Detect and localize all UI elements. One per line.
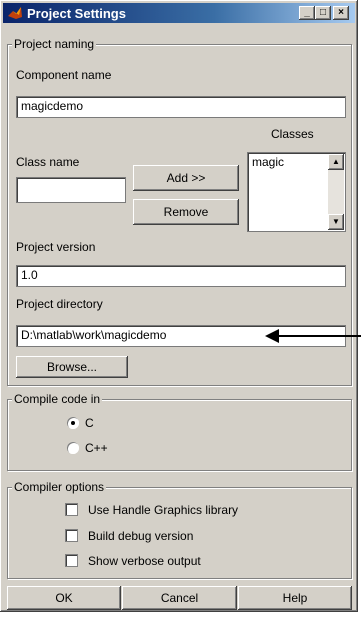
component-name-field[interactable]: magicdemo — [16, 96, 346, 118]
compile-code-title: Compile code in — [12, 392, 103, 406]
project-directory-label: Project directory — [16, 297, 103, 311]
close-icon[interactable]: × — [333, 6, 349, 20]
debug-version-label: Build debug version — [88, 529, 194, 543]
scroll-up-icon[interactable]: ▲ — [328, 154, 344, 170]
minimize-icon[interactable]: _ — [299, 6, 315, 20]
scroll-down-icon[interactable]: ▼ — [328, 214, 344, 230]
compiler-options-title: Compiler options — [12, 480, 107, 494]
matlab-logo-icon — [8, 7, 22, 19]
component-name-label: Component name — [16, 68, 112, 82]
classes-listbox[interactable]: magic ▲ ▼ — [247, 152, 346, 232]
project-version-field[interactable]: 1.0 — [16, 265, 346, 287]
project-settings-window: Project Settings _ □ × Project naming Co… — [0, 0, 358, 612]
verbose-output-label: Show verbose output — [88, 554, 201, 568]
handle-graphics-checkbox[interactable] — [65, 503, 78, 516]
radio-c[interactable] — [67, 417, 79, 429]
window-title: Project Settings — [27, 6, 126, 21]
classes-scrollbar[interactable]: ▲ ▼ — [328, 154, 344, 230]
callout-arrow-icon — [265, 329, 361, 343]
class-name-field[interactable] — [16, 177, 126, 203]
verbose-output-checkbox[interactable] — [65, 554, 78, 567]
browse-button[interactable]: Browse... — [16, 356, 128, 378]
maximize-icon[interactable]: □ — [315, 6, 331, 20]
handle-graphics-label: Use Handle Graphics library — [88, 503, 239, 517]
project-version-label: Project version — [16, 240, 96, 254]
cancel-button[interactable]: Cancel — [122, 586, 237, 610]
add-button[interactable]: Add >> — [133, 165, 239, 191]
debug-version-checkbox[interactable] — [65, 529, 78, 542]
project-naming-title: Project naming — [12, 37, 97, 51]
ok-button[interactable]: OK — [7, 586, 121, 610]
radio-cpp-label: C++ — [85, 441, 108, 455]
classes-list-item[interactable]: magic — [252, 155, 284, 169]
radio-cpp[interactable] — [67, 442, 79, 454]
remove-button[interactable]: Remove — [133, 199, 239, 225]
classes-label: Classes — [271, 127, 314, 141]
compile-code-group: Compile code in — [7, 392, 352, 471]
help-button[interactable]: Help — [238, 586, 352, 610]
radio-c-label: C — [85, 416, 94, 430]
class-name-label: Class name — [16, 155, 80, 169]
title-bar[interactable]: Project Settings _ □ × — [3, 3, 355, 23]
